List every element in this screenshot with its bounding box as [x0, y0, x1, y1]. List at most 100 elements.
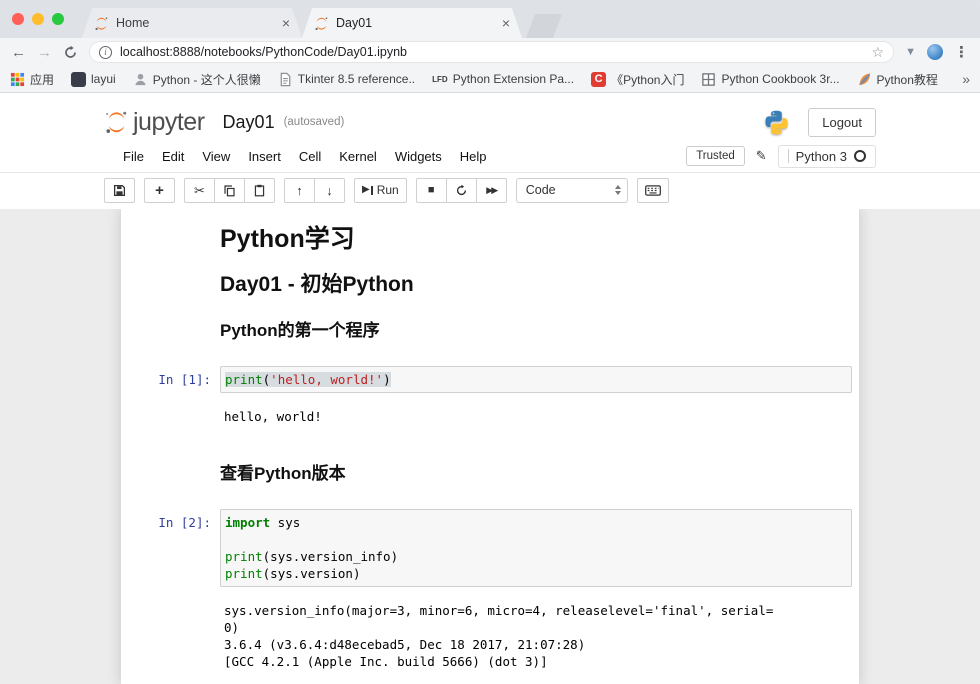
minimize-window-button[interactable]: [32, 13, 44, 25]
heading-first-program: Python的第一个程序: [220, 320, 852, 342]
bookmark-label: Python Extension Pa...: [453, 72, 574, 86]
cell-content: print('hello, world!'): [220, 366, 852, 393]
command-palette-button[interactable]: [637, 178, 669, 203]
tab-day01[interactable]: Day01 ×: [302, 8, 522, 38]
browser-menu-icon[interactable]: ⋮: [954, 45, 969, 60]
restart-kernel-button[interactable]: [446, 178, 477, 203]
prompt-gutter: [128, 272, 220, 298]
globe-icon[interactable]: [927, 44, 943, 60]
output-cell-1: hello, world!: [121, 398, 859, 434]
edit-mode-pencil-icon: ✎: [756, 148, 767, 164]
stop-icon: ■: [428, 185, 435, 196]
input-prompt: In [1]:: [128, 366, 220, 393]
new-tab-button[interactable]: [526, 14, 562, 38]
menu-help[interactable]: Help: [451, 147, 496, 166]
browser-toolbar: ← → i localhost:8888/notebooks/PythonCod…: [0, 38, 980, 66]
person-favicon: [133, 72, 148, 87]
menu-edit[interactable]: Edit: [153, 147, 193, 166]
bookmark-python-tutorial[interactable]: Python教程: [857, 71, 938, 88]
prompt-gutter: [128, 463, 220, 485]
arrow-down-icon: ↓: [326, 184, 333, 197]
forward-icon[interactable]: →: [37, 45, 52, 60]
url-text[interactable]: localhost:8888/notebooks/PythonCode/Day0…: [120, 45, 864, 59]
bookmark-python-cookbook[interactable]: Python Cookbook 3r...: [701, 72, 839, 87]
menu-view[interactable]: View: [193, 147, 239, 166]
move-cell-down-button[interactable]: ↓: [314, 178, 345, 203]
jupyter-logo-icon: [104, 108, 129, 136]
close-tab-icon[interactable]: ×: [502, 16, 510, 30]
download-icon[interactable]: ▼: [905, 47, 916, 58]
bookmark-python-blog[interactable]: Python - 这个人很懒: [133, 71, 261, 88]
menu-kernel[interactable]: Kernel: [330, 147, 386, 166]
bookmark-apps[interactable]: 应用: [10, 71, 54, 88]
divider: [788, 149, 789, 163]
bookmark-tkinter[interactable]: Tkinter 8.5 reference..: [278, 72, 415, 87]
bookmark-python-intro[interactable]: C 《Python入门: [591, 71, 684, 88]
input-prompt: In [2]:: [128, 509, 220, 587]
select-arrows-icon: [615, 185, 621, 195]
bookmark-python-extension[interactable]: LFD Python Extension Pa...: [432, 72, 574, 87]
markdown-cell-first-program[interactable]: Python的第一个程序: [121, 315, 859, 347]
reload-icon[interactable]: [63, 45, 78, 60]
back-icon[interactable]: ←: [11, 45, 26, 60]
save-button[interactable]: [104, 178, 135, 203]
code-token: print: [225, 372, 263, 387]
code-line: print(sys.version_info): [225, 548, 847, 565]
markdown-cell-title[interactable]: Python学习: [121, 219, 859, 259]
cell-output: sys.version_info(major=3, minor=6, micro…: [220, 597, 852, 674]
tab-home[interactable]: Home ×: [82, 8, 302, 38]
run-cell-button[interactable]: ▶ Run: [354, 178, 407, 203]
close-tab-icon[interactable]: ×: [282, 16, 290, 30]
tab-label: Day01: [336, 16, 495, 30]
step-bar-icon: [371, 186, 373, 195]
code-token: ): [383, 372, 391, 387]
text-selection: print('hello, world!'): [225, 372, 391, 387]
markdown-cell-day01[interactable]: Day01 - 初始Python: [121, 267, 859, 303]
restart-run-all-button[interactable]: ▶▶: [476, 178, 507, 203]
bookmark-label: Python Cookbook 3r...: [721, 72, 839, 86]
output-line: 0): [224, 619, 850, 636]
play-icon: ▶: [362, 185, 370, 195]
page-info-icon[interactable]: i: [99, 46, 112, 59]
address-bar[interactable]: i localhost:8888/notebooks/PythonCode/Da…: [89, 41, 894, 63]
plus-icon: +: [155, 183, 164, 198]
bookmark-star-icon[interactable]: ☆: [872, 44, 885, 61]
interrupt-kernel-button[interactable]: ■: [416, 178, 447, 203]
menu-insert[interactable]: Insert: [239, 147, 290, 166]
add-cell-button[interactable]: +: [144, 178, 175, 203]
tab-strip: Home × Day01 ×: [0, 0, 980, 38]
floppy-icon: [113, 184, 126, 197]
zoom-window-button[interactable]: [52, 13, 64, 25]
menu-file[interactable]: File: [114, 147, 153, 166]
logout-button[interactable]: Logout: [808, 108, 876, 137]
cell-type-select[interactable]: Code: [516, 178, 628, 203]
move-cell-up-button[interactable]: ↑: [284, 178, 315, 203]
paste-cell-button[interactable]: [244, 178, 275, 203]
code-line: [225, 531, 847, 548]
layui-favicon: [71, 72, 86, 87]
code-token: 'hello, world!': [270, 372, 383, 387]
trusted-button[interactable]: Trusted: [686, 146, 745, 166]
bookmark-layui[interactable]: layui: [71, 72, 116, 87]
document-favicon: [278, 72, 293, 87]
prompt-gutter: [128, 403, 220, 429]
menu-widgets[interactable]: Widgets: [386, 147, 451, 166]
bookmark-label: layui: [91, 72, 116, 86]
code-cell-2[interactable]: In [2]: import sys print(sys.version_inf…: [121, 504, 859, 592]
close-window-button[interactable]: [12, 13, 24, 25]
notebook-title[interactable]: Day01: [223, 112, 275, 133]
jupyter-logo[interactable]: jupyter: [104, 108, 205, 137]
cut-cell-button[interactable]: ✂: [184, 178, 215, 203]
run-label: Run: [377, 183, 399, 197]
code-input[interactable]: print('hello, world!'): [220, 366, 852, 393]
jupyter-header: jupyter Day01 (autosaved) Logout: [0, 93, 980, 142]
markdown-cell-check-version[interactable]: 查看Python版本: [121, 458, 859, 490]
copy-cell-button[interactable]: [214, 178, 245, 203]
code-input[interactable]: import sys print(sys.version_info) print…: [220, 509, 852, 587]
notebook-scroll-area[interactable]: Python学习 Day01 - 初始Python Python的第一个程序 I…: [0, 209, 980, 684]
menu-cell[interactable]: Cell: [290, 147, 330, 166]
bookmarks-overflow-icon[interactable]: »: [962, 71, 970, 87]
code-cell-1[interactable]: In [1]: print('hello, world!'): [121, 361, 859, 398]
cell-content: import sys print(sys.version_info) print…: [220, 509, 852, 587]
scissors-icon: ✂: [194, 184, 205, 197]
